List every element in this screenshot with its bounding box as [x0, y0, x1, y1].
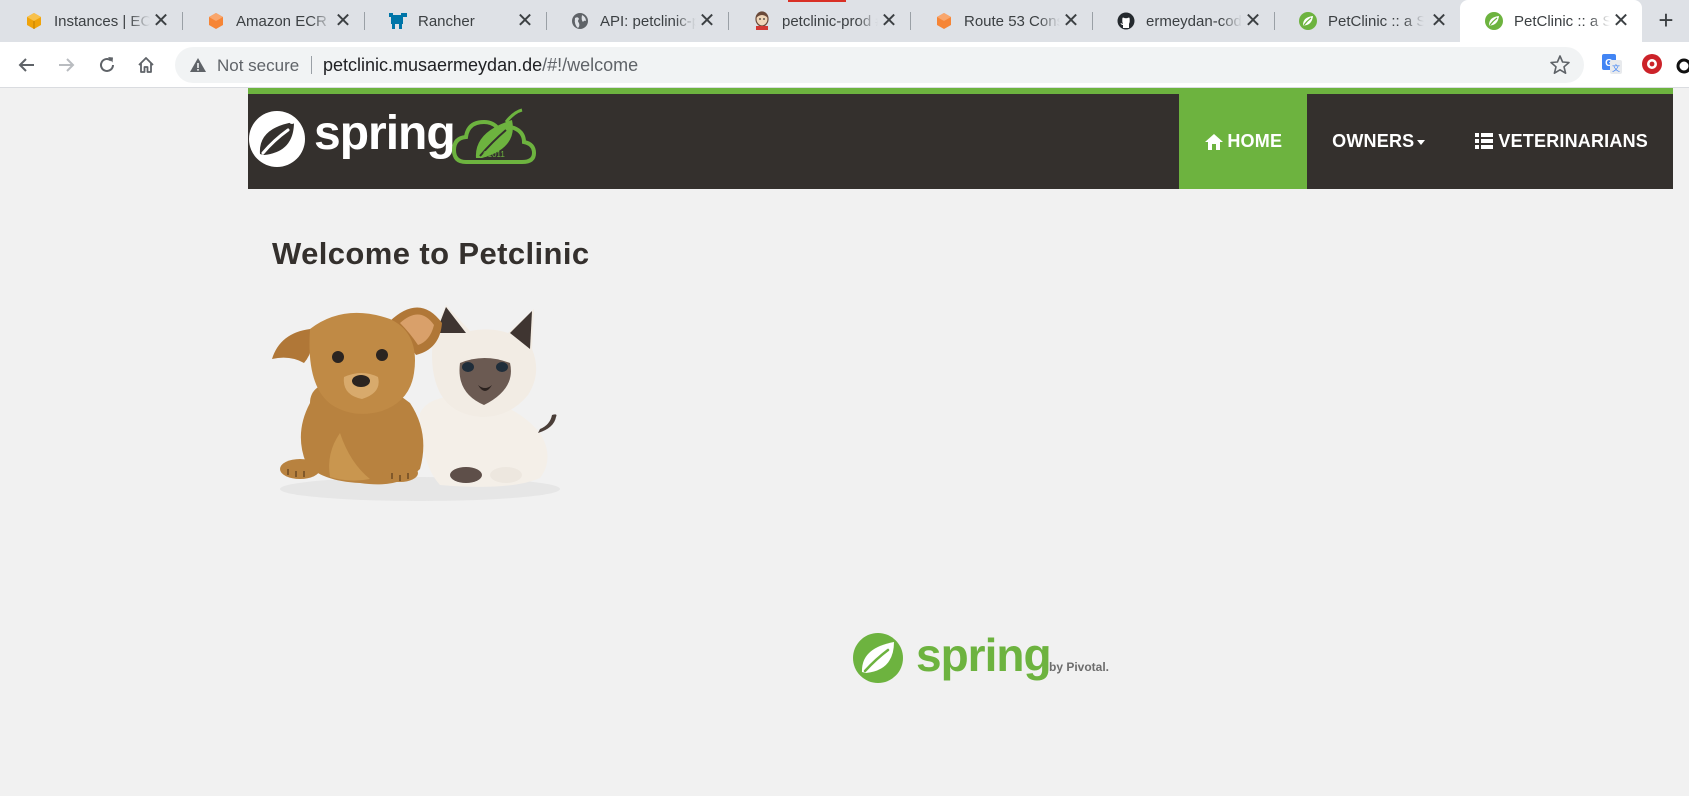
tab-title: ermeydan-code [1146, 12, 1242, 30]
close-icon[interactable]: ✕ [880, 11, 898, 31]
browser-tab-petclinic-active[interactable]: PetClinic :: a Spring Framework demonstr… [1460, 0, 1642, 42]
github-icon [1116, 11, 1136, 31]
tab-title: Instances | EC2 Management Console [54, 12, 150, 30]
address-separator [311, 56, 312, 74]
home-icon [138, 57, 154, 73]
jenkins-icon [752, 11, 772, 31]
close-icon[interactable]: ✕ [1430, 11, 1448, 31]
list-icon [1475, 132, 1495, 152]
spring-cloud-leaf-icon: 01011 [452, 108, 536, 164]
ecr-cube-icon [206, 11, 226, 31]
home-button[interactable] [131, 50, 161, 80]
spring-icon [1298, 11, 1318, 31]
close-icon[interactable]: ✕ [698, 11, 716, 31]
home-icon [1204, 132, 1224, 152]
tab-title: PetClinic :: a Spring Framework demonstr… [1514, 12, 1610, 30]
close-icon[interactable]: ✕ [1062, 11, 1080, 31]
reload-button[interactable] [92, 50, 122, 80]
back-button[interactable] [12, 50, 42, 80]
brand-cloud-code: 01011 [483, 150, 505, 159]
close-icon[interactable]: ✕ [516, 11, 534, 31]
site-navbar: spring 01011 HOME OWNERS VETERINARIANS [248, 88, 1673, 189]
browser-tab-strip: Instances | EC2 Management Console ✕ Ama… [0, 0, 1689, 42]
tab-title: API: petclinic-prod [600, 12, 696, 30]
forward-arrow-icon [59, 58, 75, 72]
amazon-extension-icon[interactable] [1674, 52, 1689, 76]
new-tab-button[interactable]: + [1650, 5, 1682, 37]
url-text[interactable]: petclinic.musaermeydan.de/#!/welcome [323, 55, 638, 76]
tab-title: Route 53 Console [964, 12, 1060, 30]
url-path: /#!/welcome [542, 55, 639, 75]
warning-icon[interactable] [189, 56, 207, 74]
translate-extension-icon[interactable]: G文 [1600, 52, 1624, 76]
tab-title: petclinic-prod # [782, 12, 878, 30]
route53-cube-icon [934, 11, 954, 31]
browser-tab-rancher[interactable]: Rancher ✕ [364, 0, 547, 42]
brand-wordmark: spring [314, 107, 456, 160]
close-icon[interactable]: ✕ [152, 11, 170, 31]
url-host: petclinic.musaermeydan.de [323, 55, 543, 75]
security-status[interactable]: Not secure [217, 56, 299, 76]
spring-leaf-icon [249, 111, 305, 167]
footer-spring-logo: spring by Pivotal. [852, 629, 1112, 686]
close-icon[interactable]: ✕ [1612, 11, 1630, 31]
browser-tab-github[interactable]: ermeydan-code ✕ [1092, 0, 1275, 42]
globe-icon [570, 11, 590, 31]
page-title: Welcome to Petclinic [272, 236, 590, 271]
bookmark-star-icon[interactable] [1549, 54, 1571, 76]
back-arrow-icon [18, 58, 34, 72]
browser-tab-jenkins[interactable]: petclinic-prod # ✕ [728, 0, 911, 42]
rancher-icon [388, 11, 408, 31]
spring-brand-logo[interactable]: spring 01011 [248, 107, 538, 170]
tab-title: PetClinic :: a Spring Framework demonstr… [1328, 12, 1424, 30]
pets-image [272, 305, 560, 501]
nav-owners-label: OWNERS [1332, 131, 1415, 151]
lastpass-extension-icon[interactable] [1640, 52, 1664, 76]
tab-title: Amazon ECR [236, 12, 327, 30]
nav-owners-dropdown[interactable]: OWNERS [1307, 94, 1450, 189]
address-bar[interactable]: Not secure petclinic.musaermeydan.de/#!/… [175, 47, 1584, 83]
reload-icon [100, 57, 114, 72]
forward-button[interactable] [51, 50, 81, 80]
browser-tab-petclinic[interactable]: PetClinic :: a Spring Framework demonstr… [1274, 0, 1461, 42]
nav-veterinarians[interactable]: VETERINARIANS [1450, 94, 1673, 189]
browser-toolbar: Not secure petclinic.musaermeydan.de/#!/… [0, 42, 1689, 88]
nav-home[interactable]: HOME [1179, 94, 1308, 189]
svg-text:文: 文 [1612, 63, 1620, 73]
tab-loading-indicator [788, 0, 846, 2]
tab-title: Rancher [418, 12, 475, 30]
browser-tab-api[interactable]: API: petclinic-prod ✕ [546, 0, 729, 42]
nav-home-label: HOME [1227, 131, 1283, 151]
footer-by-pivotal: by Pivotal. [1049, 660, 1110, 674]
footer-wordmark: spring [916, 629, 1052, 681]
browser-tab-route53[interactable]: Route 53 Console ✕ [910, 0, 1093, 42]
browser-tab-ecr[interactable]: Amazon ECR ✕ [182, 0, 365, 42]
main-nav-menu: HOME OWNERS VETERINARIANS [1179, 94, 1673, 189]
aws-cube-icon [24, 11, 44, 31]
nav-veterinarians-label: VETERINARIANS [1498, 131, 1648, 151]
close-icon[interactable]: ✕ [334, 11, 352, 31]
close-icon[interactable]: ✕ [1244, 11, 1262, 31]
spring-leaf-icon [853, 633, 903, 683]
browser-tab-ec2[interactable]: Instances | EC2 Management Console ✕ [0, 0, 183, 42]
spring-icon [1484, 11, 1504, 31]
caret-down-icon [1417, 140, 1426, 145]
